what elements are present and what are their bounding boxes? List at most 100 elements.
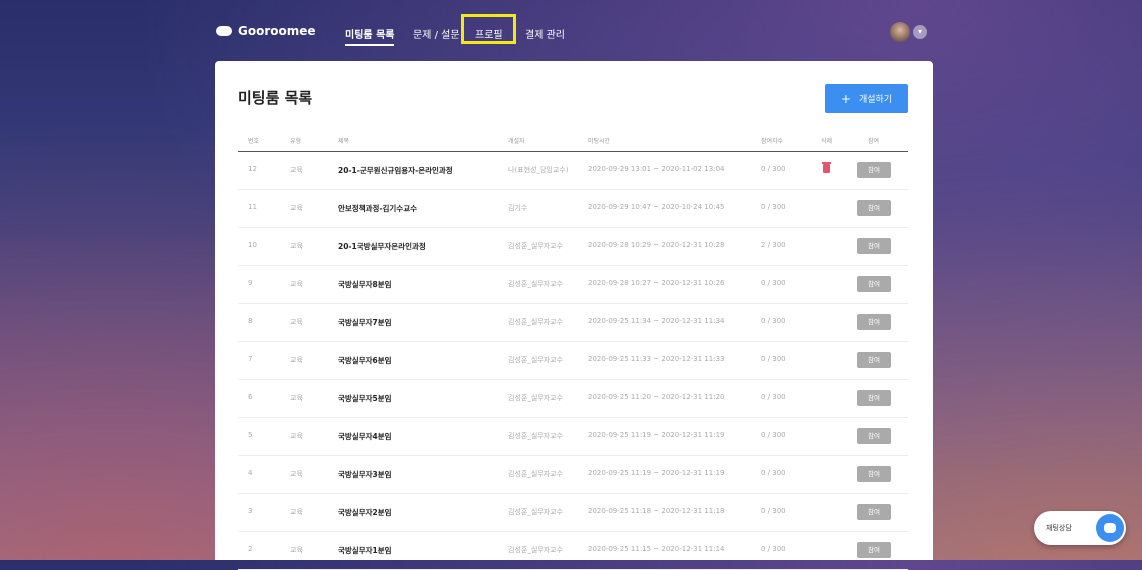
row-number: 8 xyxy=(248,317,253,325)
row-time: 2020-09-28 10:29 ~ 2020-12-31 10:28 xyxy=(588,241,725,249)
table-row[interactable]: 9 교육 국방실무자8분임 김성훈_실무자교수 2020-09-28 10:27 ~ 2… xyxy=(238,265,908,304)
join-button[interactable]: 참여 xyxy=(857,504,891,520)
row-type: 교육 xyxy=(290,356,303,364)
avatar[interactable] xyxy=(890,22,910,42)
row-type: 교육 xyxy=(290,242,303,250)
table-row[interactable]: 10 교육 20-1국방실무자온라인과정 김성훈_실무자교수 2020-09-28 10… xyxy=(238,227,908,266)
row-host: 김성훈_실무자교수 xyxy=(508,318,564,326)
row-number: 6 xyxy=(248,393,253,401)
join-button[interactable]: 참여 xyxy=(857,390,891,406)
row-host: 김성훈_실무자교수 xyxy=(508,546,564,554)
plus-icon: + xyxy=(840,91,851,106)
col-number: 번호 xyxy=(248,138,260,145)
table-row[interactable]: 3 교육 국방실무자2분임 김성훈_실무자교수 2020-09-25 11:18 ~ 2… xyxy=(238,493,908,532)
row-participants: 2 / 300 xyxy=(761,241,786,249)
row-time: 2020-09-29 13:01 ~ 2020-11-02 13:04 xyxy=(588,165,725,173)
row-time: 2020-09-25 11:34 ~ 2020-12-31 11:34 xyxy=(588,317,725,325)
row-host: 김성훈_실무자교수 xyxy=(508,394,564,402)
create-room-label: 개설하기 xyxy=(858,95,893,105)
chat-label: 채팅상담 xyxy=(1046,524,1072,532)
table-row[interactable]: 6 교육 국방실무자5분임 김성훈_실무자교수 2020-09-25 11:20 ~ 2… xyxy=(238,379,908,418)
table-row[interactable]: 4 교육 국방실무자3분임 김성훈_실무자교수 2020-09-25 11:19 ~ 2… xyxy=(238,455,908,494)
join-button[interactable]: 참여 xyxy=(857,162,891,178)
table-row[interactable]: 7 교육 국방실무자6분임 김성훈_실무자교수 2020-09-25 11:33 ~ 2… xyxy=(238,341,908,380)
join-button[interactable]: 참여 xyxy=(857,352,891,368)
join-button[interactable]: 참여 xyxy=(857,314,891,330)
row-title: 국방실무자4분임 xyxy=(338,432,392,441)
create-room-button[interactable]: + 개설하기 xyxy=(825,84,908,113)
row-host: 김성훈_실무자교수 xyxy=(508,356,564,364)
row-time: 2020-09-25 11:33 ~ 2020-12-31 11:33 xyxy=(588,355,725,363)
row-time: 2020-09-25 11:15 ~ 2020-12-31 11:14 xyxy=(588,545,725,553)
logo[interactable]: Gooroomee xyxy=(216,24,316,38)
col-host: 개설자 xyxy=(508,138,525,145)
row-host: 나(표현성_담임교수) xyxy=(508,166,569,174)
row-participants: 0 / 300 xyxy=(761,393,786,401)
row-type: 교육 xyxy=(290,432,303,440)
top-nav: Gooroomee 미팅룸 목록 문제 / 설문 프로필 결제 관리 ▾ xyxy=(0,0,1142,62)
row-title: 국방실무자7분임 xyxy=(338,318,392,327)
row-type: 교육 xyxy=(290,204,303,212)
row-participants: 0 / 300 xyxy=(761,279,786,287)
trash-icon[interactable] xyxy=(822,162,831,173)
nav-meeting-rooms[interactable]: 미팅룸 목록 xyxy=(345,26,395,46)
row-title: 국방실무자8분임 xyxy=(338,280,392,289)
join-button[interactable]: 참여 xyxy=(857,200,891,216)
row-title: 20-1-군무원신규임용자-온라인과정 xyxy=(338,166,453,175)
row-type: 교육 xyxy=(290,508,303,516)
row-host: 김성훈_실무자교수 xyxy=(508,470,564,478)
row-time: 2020-09-25 11:18 ~ 2020-12-31 11:18 xyxy=(588,507,725,515)
col-delete: 삭제 xyxy=(821,138,833,145)
table-row[interactable]: 12 교육 20-1-군무원신규임용자-온라인과정 나(표현성_담임교수) 2020-0… xyxy=(238,151,908,190)
nav-billing[interactable]: 결제 관리 xyxy=(525,26,565,41)
join-button[interactable]: 참여 xyxy=(857,276,891,292)
row-time: 2020-09-25 11:19 ~ 2020-12-31 11:19 xyxy=(588,431,725,439)
cloud-logo-icon xyxy=(216,26,232,36)
row-title: 국방실무자6분임 xyxy=(338,356,392,365)
row-participants: 0 / 300 xyxy=(761,165,786,173)
row-number: 2 xyxy=(248,545,253,553)
chat-widget[interactable]: 채팅상담 xyxy=(1034,511,1126,545)
row-participants: 0 / 300 xyxy=(761,355,786,363)
row-type: 교육 xyxy=(290,318,303,326)
row-host: 김성훈_실무자교수 xyxy=(508,432,564,440)
row-number: 3 xyxy=(248,507,253,515)
row-participants: 0 / 300 xyxy=(761,317,786,325)
join-button[interactable]: 참여 xyxy=(857,238,891,254)
row-participants: 0 / 300 xyxy=(761,469,786,477)
row-number: 5 xyxy=(248,431,253,439)
join-button[interactable]: 참여 xyxy=(857,542,891,558)
row-title: 안보정책과정-김기수교수 xyxy=(338,204,418,213)
table-header: 번호 유형 제목 개설자 미팅시간 참여자수 삭제 참여 xyxy=(238,133,908,152)
row-participants: 0 / 300 xyxy=(761,545,786,553)
nav-questions-surveys[interactable]: 문제 / 설문 xyxy=(413,26,460,41)
row-type: 교육 xyxy=(290,394,303,402)
row-host: 김성훈_실무자교수 xyxy=(508,508,564,516)
chevron-down-icon[interactable]: ▾ xyxy=(913,25,927,39)
row-title: 국방실무자1분임 xyxy=(338,546,392,555)
row-host: 김성훈_실무자교수 xyxy=(508,280,564,288)
profile-highlight-box xyxy=(461,14,516,44)
col-title: 제목 xyxy=(338,138,350,145)
row-host: 김성훈_실무자교수 xyxy=(508,242,564,250)
join-button[interactable]: 참여 xyxy=(857,466,891,482)
table-row[interactable]: 5 교육 국방실무자4분임 김성훈_실무자교수 2020-09-25 11:19 ~ 2… xyxy=(238,417,908,456)
join-button[interactable]: 참여 xyxy=(857,428,891,444)
row-time: 2020-09-25 11:19 ~ 2020-12-31 11:19 xyxy=(588,469,725,477)
table-row[interactable]: 2 교육 국방실무자1분임 김성훈_실무자교수 2020-09-25 11:15 ~ 2… xyxy=(238,531,908,570)
row-time: 2020-09-28 10:27 ~ 2020-12-31 10:26 xyxy=(588,279,725,287)
row-type: 교육 xyxy=(290,166,303,174)
row-time: 2020-09-29 10:47 ~ 2020-10-24 10:45 xyxy=(588,203,725,211)
row-type: 교육 xyxy=(290,280,303,288)
row-number: 4 xyxy=(248,469,253,477)
row-title: 국방실무자3분임 xyxy=(338,470,392,479)
table-row[interactable]: 11 교육 안보정책과정-김기수교수 김기수 2020-09-29 10:47 ~ 20… xyxy=(238,189,908,228)
row-number: 9 xyxy=(248,279,253,287)
row-number: 10 xyxy=(248,241,257,249)
row-title: 20-1국방실무자온라인과정 xyxy=(338,242,426,251)
table-row[interactable]: 8 교육 국방실무자7분임 김성훈_실무자교수 2020-09-25 11:34 ~ 2… xyxy=(238,303,908,342)
chat-bubble-icon xyxy=(1096,514,1124,542)
row-title: 국방실무자2분임 xyxy=(338,508,392,517)
row-participants: 0 / 300 xyxy=(761,507,786,515)
page-title: 미팅룸 목록 xyxy=(238,89,313,107)
